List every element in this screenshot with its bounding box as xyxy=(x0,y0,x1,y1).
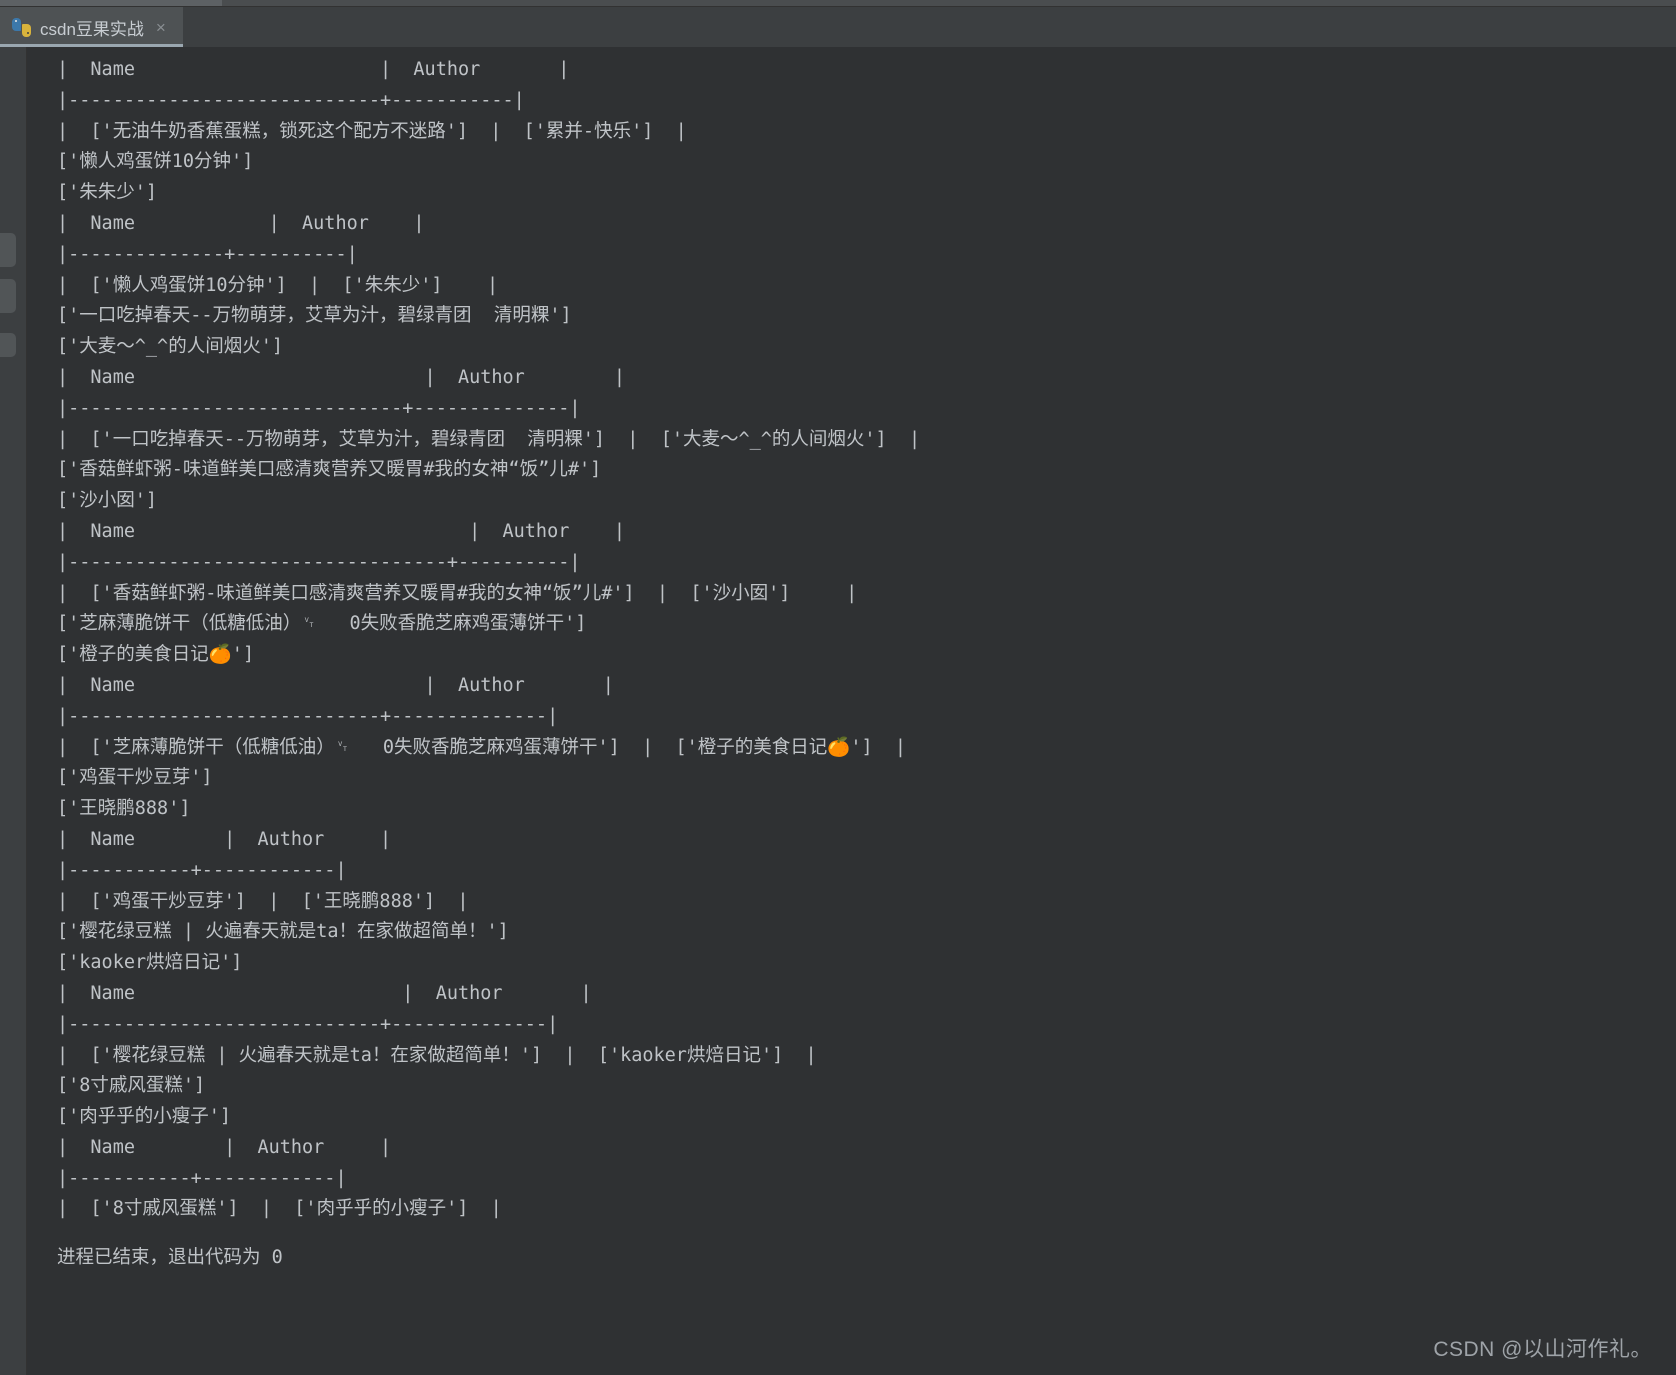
csdn-watermark: CSDN @以山河作礼。 xyxy=(1433,1338,1652,1361)
console-output: | Name | Author | |---------------------… xyxy=(57,59,921,1220)
close-icon[interactable]: × xyxy=(153,17,169,38)
editor-tab-bar: csdn豆果实战 × xyxy=(0,7,1676,47)
pycharm-window: csdn豆果实战 × | Name | Author | |----------… xyxy=(0,0,1676,1375)
left-tool-gutter[interactable] xyxy=(0,47,27,1375)
gutter-tab-1[interactable] xyxy=(0,233,16,267)
gutter-tab-2[interactable] xyxy=(0,279,16,313)
run-console[interactable]: | Name | Author | |---------------------… xyxy=(27,47,1676,1375)
console-scrollbar[interactable] xyxy=(1666,47,1676,1375)
gutter-tab-3[interactable] xyxy=(0,333,16,357)
window-top-strip xyxy=(0,0,1676,7)
work-area: | Name | Author | |---------------------… xyxy=(0,47,1676,1375)
python-file-icon xyxy=(12,17,31,37)
top-strip-left-segment xyxy=(0,0,222,6)
tab-title: csdn豆果实战 xyxy=(40,19,144,39)
tab-csdn-doujia-practice[interactable]: csdn豆果实战 × xyxy=(0,7,183,47)
console-exit-message: 进程已结束，退出代码为 0 xyxy=(57,1247,283,1269)
